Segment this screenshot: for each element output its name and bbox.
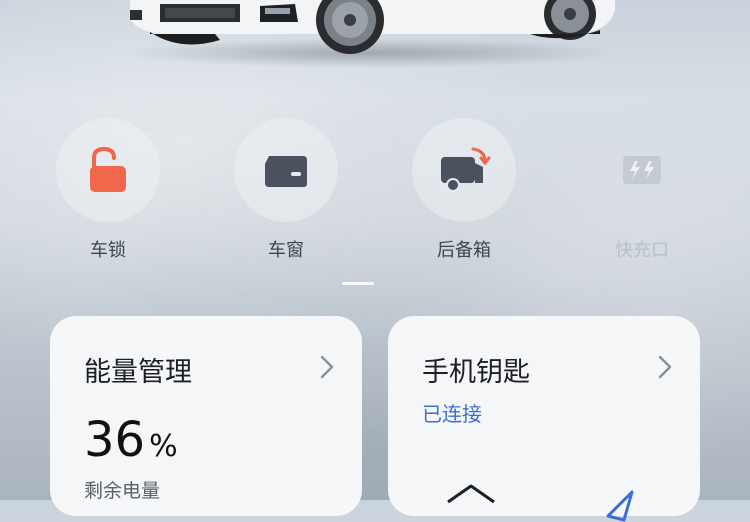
fast-charge-icon [623, 156, 661, 184]
trunk-icon [441, 147, 491, 192]
battery-percentage: 36% [84, 412, 178, 468]
car-lock-button[interactable] [56, 118, 160, 222]
chevron-right-icon[interactable] [656, 354, 674, 380]
car-image [130, 0, 615, 54]
trunk-label: 后备箱 [437, 240, 491, 261]
fast-charge-control[interactable]: 快充口 [587, 118, 697, 262]
navigation-icon [606, 490, 634, 522]
unlocked-icon [90, 146, 126, 192]
fast-charge-button[interactable] [590, 118, 694, 222]
window-icon [265, 156, 307, 187]
fast-charge-label: 快充口 [615, 240, 669, 261]
key-connection-status: 已连接 [422, 402, 482, 426]
energy-card-title: 能量管理 [84, 357, 192, 388]
page-indicator [342, 282, 374, 285]
car-lock-label: 车锁 [90, 240, 126, 261]
battery-value: 36 [84, 412, 146, 468]
chevron-right-icon[interactable] [318, 354, 336, 380]
window-control[interactable]: 车窗 [231, 118, 341, 262]
key-card-title: 手机钥匙 [422, 357, 530, 388]
phone-key-card[interactable]: 手机钥匙 已连接 [388, 316, 700, 522]
energy-management-card[interactable]: 能量管理 36% 剩余电量 [50, 316, 362, 516]
home-icon [447, 484, 495, 504]
trunk-button[interactable] [412, 118, 516, 222]
window-button[interactable] [234, 118, 338, 222]
car-lock-control[interactable]: 车锁 [53, 118, 163, 262]
quick-controls: 车锁 车窗 后备箱 快充口 [0, 118, 750, 268]
trunk-control[interactable]: 后备箱 [409, 118, 519, 262]
battery-sublabel: 剩余电量 [84, 480, 161, 502]
battery-unit: % [149, 429, 178, 464]
window-label: 车窗 [268, 240, 304, 261]
